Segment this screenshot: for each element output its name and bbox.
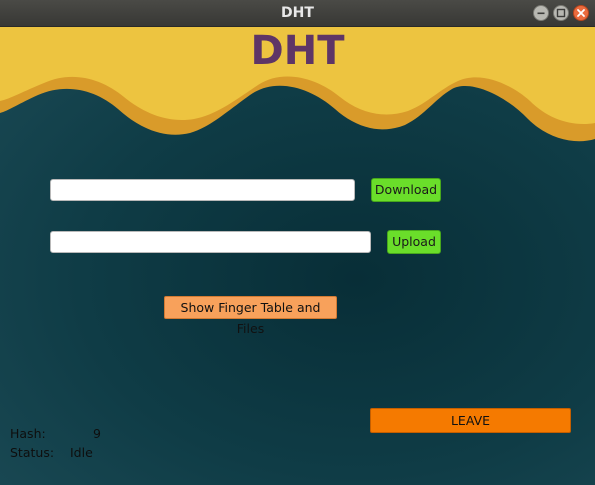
status-value: Idle [70,445,93,460]
upload-button[interactable]: Upload [387,230,441,254]
app-title: DHT [250,28,345,74]
show-finger-table-button[interactable]: Show Finger Table and Files [164,296,337,336]
window-title: DHT [281,5,314,21]
window-titlebar: DHT [0,0,595,27]
status-label: Status: [10,445,55,460]
leave-button[interactable]: LEAVE [370,408,571,433]
minimize-button[interactable] [533,5,549,21]
download-filename-input[interactable] [50,179,355,201]
close-icon [577,9,585,17]
minimize-icon [537,12,545,15]
close-button[interactable] [573,5,589,21]
download-button[interactable]: Download [371,178,441,202]
upload-filename-input[interactable] [50,231,371,253]
main-window: DHT Download Upload Show Finger Table an… [0,27,595,485]
hash-label: Hash: [10,426,46,441]
maximize-icon [556,8,566,18]
maximize-button[interactable] [553,5,569,21]
hash-value: 9 [93,426,101,441]
